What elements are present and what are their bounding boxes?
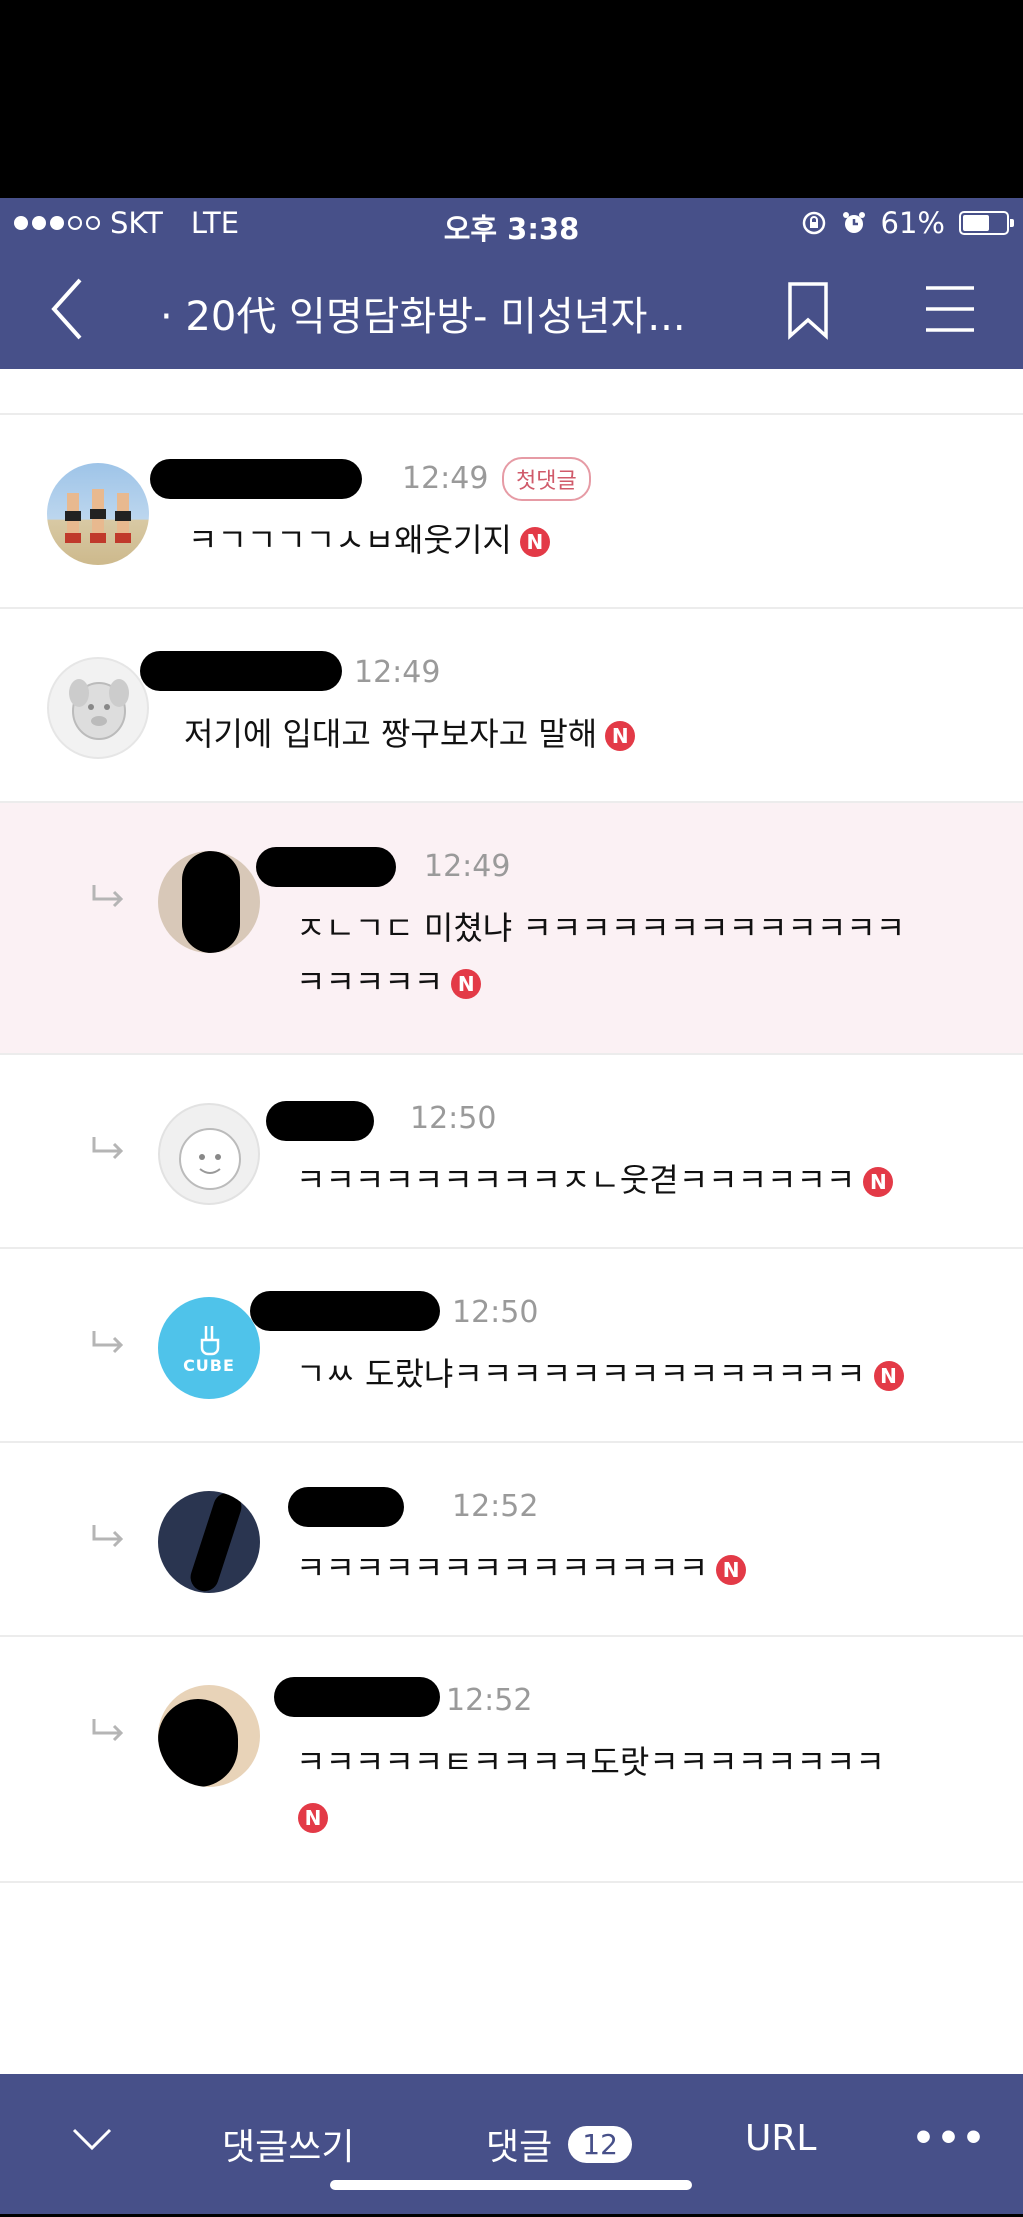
reply-arrow-icon (92, 1331, 124, 1354)
avatar-image (65, 489, 131, 543)
author-name-redacted (256, 847, 396, 887)
reply-arrow-icon (92, 885, 124, 908)
comment-time: 12:50 (410, 1101, 497, 1136)
home-indicator[interactable] (330, 2180, 692, 2190)
author-name-redacted (150, 459, 362, 499)
reply-item[interactable]: 12:50 ㅋㅋㅋㅋㅋㅋㅋㅋㅋㅈㄴ웃겯ㅋㅋㅋㅋㅋㅋ N (0, 1055, 1023, 1249)
comment-text: ㅋㅋㅋㅋㅋㅌㅋㅋㅋㅋ도랏ㅋㅋㅋㅋㅋㅋㅋㅋ N (296, 1735, 885, 1843)
orientation-lock-icon (802, 211, 825, 235)
new-badge: N (716, 1555, 747, 1585)
page-title: · 20代 익명담화방- 미성년자... (160, 294, 686, 340)
url-button[interactable]: URL (745, 2118, 816, 2159)
comment-list[interactable]: 12:49 첫댓글 ㅋㄱㄱㄱㄱㅅㅂ왜웃기지 N 12:49 저기에 입대고 짱구보… (0, 369, 1023, 2074)
comment-text-body: ㅋㅋㅋㅋㅋㅋㅋㅋㅋㅋㅋㅋㅋㅋ (296, 1549, 709, 1587)
status-bar: SKT LTE 오후 3:38 61% (0, 198, 1023, 246)
new-badge: N (873, 1361, 904, 1391)
reply-item[interactable]: 12:52 ㅋㅋㅋㅋㅋㅌㅋㅋㅋㅋ도랏ㅋㅋㅋㅋㅋㅋㅋㅋ N (0, 1637, 1023, 1883)
battery-fill (963, 215, 989, 231)
battery-icon (959, 211, 1014, 235)
author-name-redacted (288, 1487, 404, 1527)
more-button[interactable]: ••• (912, 2118, 987, 2159)
comments-button[interactable]: 댓글 12 (486, 2118, 632, 2170)
new-badge: N (605, 721, 636, 751)
default-avatar-icon (69, 679, 129, 740)
avatar[interactable] (47, 657, 149, 759)
app-screen: SKT LTE 오후 3:38 61% · 20代 익명담화방- 미성년자...… (0, 198, 1023, 2214)
comment-time: 12:52 (452, 1489, 539, 1524)
comment-text-body: ㅋㅋㅋㅋㅋㅌㅋㅋㅋㅋ도랏ㅋㅋㅋㅋㅋㅋㅋㅋ (296, 1743, 885, 1781)
previous-item-edge (0, 369, 1023, 415)
back-chevron-icon[interactable] (42, 274, 92, 344)
comment-text: ㄱㅆ 도랐냐ㅋㅋㅋㅋㅋㅋㅋㅋㅋㅋㅋㅋㅋㅋ N (296, 1347, 904, 1401)
new-badge: N (519, 527, 550, 557)
comment-time: 12:49 (424, 849, 511, 884)
avatar[interactable] (158, 1103, 260, 1205)
comment-item[interactable]: 12:49 첫댓글 ㅋㄱㄱㄱㄱㅅㅂ왜웃기지 N (0, 415, 1023, 609)
comment-time: 12:52 (446, 1683, 533, 1718)
comment-text: ㅈㄴㄱㄷ 미쳤냐 ㅋㅋㅋㅋㅋㅋㅋㅋㅋㅋㅋㅋㅋ ㅋㅋㅋㅋㅋ N (296, 901, 976, 1009)
hand-icon (200, 1325, 220, 1355)
comment-text: ㅋㅋㅋㅋㅋㅋㅋㅋㅋㅋㅋㅋㅋㅋ N (296, 1541, 747, 1595)
top-black-area (0, 0, 1023, 198)
comment-text: ㅋㅋㅋㅋㅋㅋㅋㅋㅋㅈㄴ웃겯ㅋㅋㅋㅋㅋㅋ N (296, 1153, 894, 1207)
chevron-down-icon[interactable] (70, 2124, 114, 2154)
comment-text: 저기에 입대고 짱구보자고 말해 N (184, 707, 636, 761)
reply-arrow-icon (92, 1719, 124, 1742)
avatar[interactable] (158, 1491, 260, 1593)
author-name-redacted (266, 1101, 374, 1141)
comment-text-body: ㅋㅋㅋㅋㅋㅋㅋㅋㅋㅈㄴ웃겯ㅋㅋㅋㅋㅋㅋ (296, 1161, 856, 1199)
avatar[interactable] (158, 1685, 260, 1787)
first-comment-badge: 첫댓글 (502, 457, 591, 501)
comment-text-line: ㅋㅋㅋㅋㅋ (296, 963, 444, 1001)
reply-item[interactable]: 12:52 ㅋㅋㅋㅋㅋㅋㅋㅋㅋㅋㅋㅋㅋㅋ N (0, 1443, 1023, 1637)
avatar[interactable] (158, 851, 260, 953)
new-badge: N (298, 1803, 328, 1833)
bottom-toolbar: 댓글쓰기 댓글 12 URL ••• (0, 2074, 1023, 2214)
comment-time: 12:49 (402, 461, 489, 496)
comment-text-body: 저기에 입대고 짱구보자고 말해 (184, 715, 598, 753)
comment-text-body: ㅋㄱㄱㄱㄱㅅㅂ왜웃기지 (188, 521, 512, 559)
bookmark-icon[interactable] (784, 280, 832, 340)
write-comment-button[interactable]: 댓글쓰기 (222, 2118, 354, 2170)
reply-arrow-icon (92, 1525, 124, 1548)
author-name-redacted (140, 651, 342, 691)
reply-item[interactable]: 12:49 ㅈㄴㄱㄷ 미쳤냐 ㅋㅋㅋㅋㅋㅋㅋㅋㅋㅋㅋㅋㅋ ㅋㅋㅋㅋㅋ N (0, 803, 1023, 1055)
avatar-redaction (182, 851, 240, 953)
battery-percent: 61% (880, 206, 945, 240)
nav-bar: · 20代 익명담화방- 미성년자... (0, 246, 1023, 369)
comment-text: ㅋㄱㄱㄱㄱㅅㅂ왜웃기지 N (188, 513, 550, 567)
author-name-redacted (274, 1677, 440, 1717)
avatar-redaction (186, 1491, 246, 1593)
comments-count-badge: 12 (568, 2125, 632, 2163)
author-name-redacted (250, 1291, 440, 1331)
avatar[interactable] (47, 463, 149, 565)
comments-label: 댓글 (486, 2127, 553, 2168)
cube-logo-text: CUBE (183, 1355, 235, 1375)
avatar-image (179, 1128, 241, 1190)
new-badge: N (451, 969, 482, 999)
reply-item[interactable]: CUBE 12:50 ㄱㅆ 도랐냐ㅋㅋㅋㅋㅋㅋㅋㅋㅋㅋㅋㅋㅋㅋ N (0, 1249, 1023, 1443)
comment-time: 12:50 (452, 1295, 539, 1330)
reply-arrow-icon (92, 1137, 124, 1160)
avatar-redaction (158, 1699, 238, 1787)
new-badge: N (863, 1167, 894, 1197)
comment-time: 12:49 (354, 655, 441, 690)
alarm-icon (842, 212, 865, 233)
status-right: 61% (801, 206, 1014, 240)
comment-item[interactable]: 12:49 저기에 입대고 짱구보자고 말해 N (0, 609, 1023, 803)
comment-text-body: ㄱㅆ 도랐냐ㅋㅋㅋㅋㅋㅋㅋㅋㅋㅋㅋㅋㅋㅋ (296, 1355, 866, 1393)
menu-icon[interactable] (924, 282, 976, 336)
avatar[interactable]: CUBE (158, 1297, 260, 1399)
comment-text-line: ㅈㄴㄱㄷ 미쳤냐 ㅋㅋㅋㅋㅋㅋㅋㅋㅋㅋㅋㅋㅋ (296, 909, 906, 947)
